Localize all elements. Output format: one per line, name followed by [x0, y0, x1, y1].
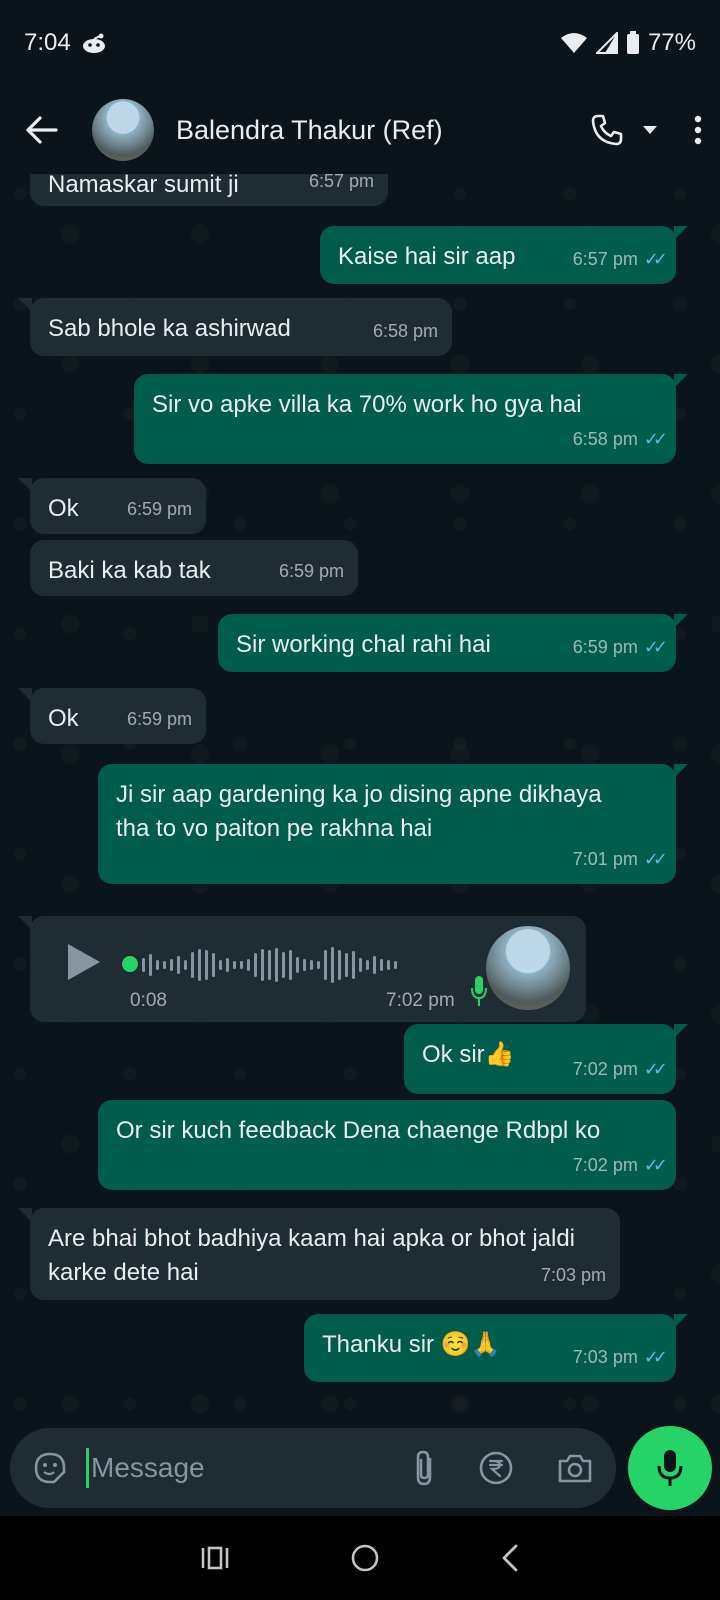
phone-icon[interactable]	[590, 113, 624, 147]
read-ticks-icon: ✓✓	[643, 249, 668, 269]
message-incoming[interactable]: Ok 6:59 pm	[18, 688, 206, 744]
back-icon[interactable]	[500, 1543, 520, 1573]
chevron-down-icon[interactable]	[642, 125, 658, 135]
message-time: 6:58 pm ✓✓	[573, 422, 668, 456]
message-outgoing[interactable]: Sir vo apke villa ka 70% work ho gya hai…	[134, 374, 688, 464]
message-incoming[interactable]: Baki ka kab tak 6:59 pm	[30, 540, 358, 596]
message-outgoing[interactable]: Ok sir👍 7:02 pm ✓✓	[404, 1024, 688, 1094]
message-time: 7:03 pm ✓✓	[573, 1340, 668, 1374]
system-navigation-bar	[0, 1516, 720, 1600]
message-time: 7:01 pm ✓✓	[573, 842, 668, 876]
message-outgoing[interactable]: Kaise hai sir aap 6:57 pm ✓✓	[320, 226, 688, 284]
signal-icon	[595, 32, 618, 54]
message-time: 7:02 pm ✓✓	[573, 1052, 668, 1086]
recents-icon[interactable]	[200, 1545, 230, 1571]
rupee-icon[interactable]	[478, 1450, 514, 1486]
message-time: 6:59 pm	[126, 709, 192, 729]
voice-duration: 0:08	[130, 990, 167, 1011]
message-incoming[interactable]: Ok 6:59 pm	[18, 478, 206, 534]
read-ticks-icon: ✓✓	[643, 849, 668, 869]
voice-sender-avatar	[486, 926, 570, 1010]
message-time: 6:57 pm	[308, 174, 374, 191]
read-ticks-icon: ✓✓	[643, 1155, 668, 1175]
contact-avatar[interactable]	[92, 99, 154, 161]
voice-note[interactable]: 0:08 7:02 pm	[18, 916, 586, 1022]
mic-badge-icon	[470, 974, 488, 1008]
reddit-icon	[81, 32, 107, 54]
camera-icon[interactable]	[556, 1451, 594, 1485]
battery-icon	[626, 31, 640, 55]
voice-progress-handle[interactable]	[122, 956, 138, 972]
mic-icon	[656, 1448, 684, 1488]
message-time: 6:59 pm	[126, 499, 192, 519]
read-ticks-icon: ✓✓	[643, 1347, 668, 1367]
read-ticks-icon: ✓✓	[643, 429, 668, 449]
back-arrow-icon[interactable]	[18, 106, 66, 154]
message-composer	[10, 1428, 616, 1508]
message-time: 6:59 pm ✓✓	[573, 630, 668, 664]
contact-name[interactable]: Balendra Thakur (Ref)	[176, 115, 443, 146]
text-caret	[86, 1448, 89, 1488]
message-outgoing[interactable]: Sir working chal rahi hai 6:59 pm ✓✓	[218, 614, 688, 672]
voice-record-button[interactable]	[628, 1426, 712, 1510]
message-outgoing[interactable]: Thanku sir ☺️🙏 7:03 pm ✓✓	[304, 1314, 688, 1382]
message-outgoing[interactable]: Ji sir aap gardening ka jo dising apne d…	[98, 764, 688, 884]
message-incoming[interactable]: Namaskar sumit ji 6:57 pm	[30, 174, 388, 206]
status-time: 7:04	[24, 29, 71, 56]
wifi-icon	[560, 32, 588, 54]
message-incoming[interactable]: Sab bhole ka ashirwad 6:58 pm	[18, 298, 452, 356]
attach-icon[interactable]	[412, 1449, 436, 1487]
chat-header: Balendra Thakur (Ref)	[0, 86, 720, 174]
message-outgoing[interactable]: Or sir kuch feedback Dena chaenge Rdbpl …	[98, 1100, 676, 1190]
home-icon[interactable]	[350, 1543, 380, 1573]
read-ticks-icon: ✓✓	[643, 1059, 668, 1079]
voice-time: 7:02 pm	[386, 990, 455, 1011]
voice-waveform[interactable]	[142, 942, 397, 988]
more-vert-icon[interactable]	[694, 115, 702, 145]
play-icon[interactable]	[66, 942, 102, 982]
status-bar: 7:04 77%	[0, 0, 720, 86]
message-incoming[interactable]: Are bhai bhot badhiya kaam hai apka or b…	[18, 1208, 620, 1300]
message-time: 7:02 pm ✓✓	[573, 1148, 668, 1182]
sticker-icon[interactable]	[32, 1450, 68, 1486]
message-time: 7:03 pm	[540, 1265, 606, 1285]
message-input[interactable]	[91, 1452, 361, 1484]
chat-area[interactable]: Namaskar sumit ji 6:57 pm Kaise hai sir …	[0, 174, 720, 1414]
message-time: 6:57 pm ✓✓	[573, 242, 668, 276]
message-time: 6:59 pm	[278, 561, 344, 581]
battery-percent: 77%	[647, 29, 696, 56]
read-ticks-icon: ✓✓	[643, 637, 668, 657]
message-time: 6:58 pm	[372, 321, 438, 341]
